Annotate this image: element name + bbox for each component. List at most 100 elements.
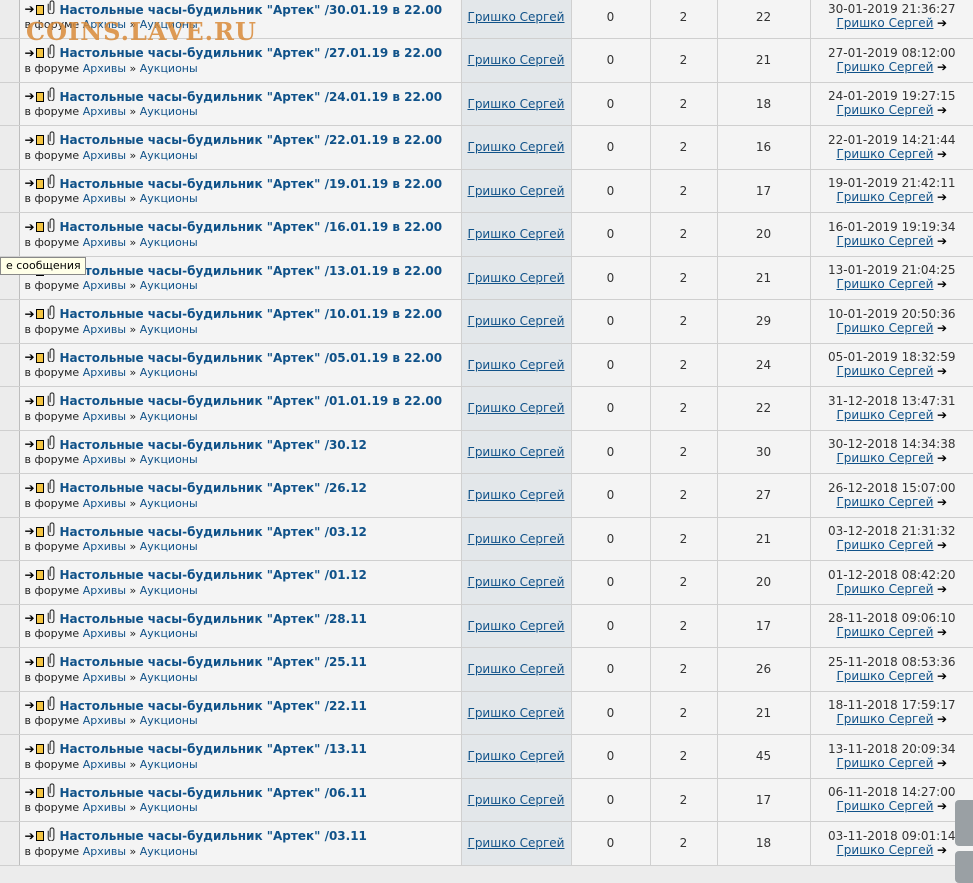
go-to-last-post-icon[interactable]: ➔ — [937, 495, 947, 509]
last-post-author-link[interactable]: Гришко Сергей — [836, 190, 933, 204]
author-link[interactable]: Гришко Сергей — [468, 227, 565, 241]
last-post-author-link[interactable]: Гришко Сергей — [836, 538, 933, 552]
subforum-link[interactable]: Аукционы — [140, 149, 198, 162]
subforum-link[interactable]: Аукционы — [140, 192, 198, 205]
author-link[interactable]: Гришко Сергей — [468, 53, 565, 67]
topic-title-link[interactable]: Настольные часы-будильник "Артек" /19.01… — [60, 177, 443, 191]
forum-link[interactable]: Архивы — [83, 453, 126, 466]
topic-title-link[interactable]: Настольные часы-будильник "Артек" /22.11 — [60, 699, 367, 713]
last-post-author-link[interactable]: Гришко Сергей — [836, 408, 933, 422]
subforum-link[interactable]: Аукционы — [140, 714, 198, 727]
go-to-first-unread-icon[interactable]: ➔ — [25, 90, 35, 102]
forum-link[interactable]: Архивы — [83, 18, 126, 31]
author-link[interactable]: Гришко Сергей — [468, 314, 565, 328]
go-to-last-post-icon[interactable]: ➔ — [937, 277, 947, 291]
last-post-author-link[interactable]: Гришко Сергей — [836, 277, 933, 291]
subforum-link[interactable]: Аукционы — [140, 279, 198, 292]
forum-link[interactable]: Архивы — [83, 497, 126, 510]
topic-title-link[interactable]: Настольные часы-будильник "Артек" /03.12 — [60, 525, 367, 539]
go-to-first-unread-icon[interactable]: ➔ — [25, 221, 35, 233]
author-link[interactable]: Гришко Сергей — [468, 97, 565, 111]
topic-title-link[interactable]: Настольные часы-будильник "Артек" /24.01… — [60, 90, 443, 104]
topic-title-link[interactable]: Настольные часы-будильник "Артек" /16.01… — [60, 220, 443, 234]
author-link[interactable]: Гришко Сергей — [468, 662, 565, 676]
go-to-last-post-icon[interactable]: ➔ — [937, 234, 947, 248]
subforum-link[interactable]: Аукционы — [140, 584, 198, 597]
subforum-link[interactable]: Аукционы — [140, 410, 198, 423]
author-link[interactable]: Гришко Сергей — [468, 749, 565, 763]
last-post-author-link[interactable]: Гришко Сергей — [836, 669, 933, 683]
author-link[interactable]: Гришко Сергей — [468, 10, 565, 24]
last-post-author-link[interactable]: Гришко Сергей — [836, 103, 933, 117]
forum-link[interactable]: Архивы — [83, 714, 126, 727]
subforum-link[interactable]: Аукционы — [140, 323, 198, 336]
author-link[interactable]: Гришко Сергей — [468, 184, 565, 198]
last-post-author-link[interactable]: Гришко Сергей — [836, 451, 933, 465]
go-to-first-unread-icon[interactable]: ➔ — [25, 438, 35, 450]
author-link[interactable]: Гришко Сергей — [468, 575, 565, 589]
author-link[interactable]: Гришко Сергей — [468, 836, 565, 850]
last-post-author-link[interactable]: Гришко Сергей — [836, 625, 933, 639]
go-to-last-post-icon[interactable]: ➔ — [937, 538, 947, 552]
topic-title-link[interactable]: Настольные часы-будильник "Артек" /22.01… — [60, 133, 443, 147]
topic-title-link[interactable]: Настольные часы-будильник "Артек" /05.01… — [60, 351, 443, 365]
last-post-author-link[interactable]: Гришко Сергей — [836, 756, 933, 770]
go-to-first-unread-icon[interactable]: ➔ — [25, 569, 35, 581]
forum-link[interactable]: Архивы — [83, 192, 126, 205]
author-link[interactable]: Гришко Сергей — [468, 488, 565, 502]
forum-link[interactable]: Архивы — [83, 236, 126, 249]
subforum-link[interactable]: Аукционы — [140, 236, 198, 249]
last-post-author-link[interactable]: Гришко Сергей — [836, 799, 933, 813]
scroll-top-button[interactable] — [955, 800, 973, 846]
topic-title-link[interactable]: Настольные часы-будильник "Артек" /13.11 — [60, 742, 367, 756]
subforum-link[interactable]: Аукционы — [140, 540, 198, 553]
subforum-link[interactable]: Аукционы — [140, 18, 198, 31]
forum-link[interactable]: Архивы — [83, 671, 126, 684]
last-post-author-link[interactable]: Гришко Сергей — [836, 582, 933, 596]
topic-title-link[interactable]: Настольные часы-будильник "Артек" /26.12 — [60, 481, 367, 495]
forum-link[interactable]: Архивы — [83, 627, 126, 640]
forum-link[interactable]: Архивы — [83, 62, 126, 75]
go-to-last-post-icon[interactable]: ➔ — [937, 60, 947, 74]
go-to-first-unread-icon[interactable]: ➔ — [25, 525, 35, 537]
forum-link[interactable]: Архивы — [83, 584, 126, 597]
topic-title-link[interactable]: Настольные часы-будильник "Артек" /10.01… — [60, 307, 443, 321]
subforum-link[interactable]: Аукционы — [140, 366, 198, 379]
subforum-link[interactable]: Аукционы — [140, 105, 198, 118]
topic-title-link[interactable]: Настольные часы-будильник "Артек" /03.11 — [60, 829, 367, 843]
go-to-first-unread-icon[interactable]: ➔ — [25, 482, 35, 494]
go-to-first-unread-icon[interactable]: ➔ — [25, 830, 35, 842]
subforum-link[interactable]: Аукционы — [140, 62, 198, 75]
go-to-last-post-icon[interactable]: ➔ — [937, 16, 947, 30]
forum-link[interactable]: Архивы — [83, 105, 126, 118]
author-link[interactable]: Гришко Сергей — [468, 401, 565, 415]
go-to-last-post-icon[interactable]: ➔ — [937, 756, 947, 770]
topic-title-link[interactable]: Настольные часы-будильник "Артек" /01.01… — [60, 394, 443, 408]
last-post-author-link[interactable]: Гришко Сергей — [836, 495, 933, 509]
forum-link[interactable]: Архивы — [83, 279, 126, 292]
forum-link[interactable]: Архивы — [83, 149, 126, 162]
author-link[interactable]: Гришко Сергей — [468, 445, 565, 459]
go-to-last-post-icon[interactable]: ➔ — [937, 669, 947, 683]
go-to-first-unread-icon[interactable]: ➔ — [25, 786, 35, 798]
forum-link[interactable]: Архивы — [83, 323, 126, 336]
forum-link[interactable]: Архивы — [83, 540, 126, 553]
go-to-last-post-icon[interactable]: ➔ — [937, 799, 947, 813]
go-to-last-post-icon[interactable]: ➔ — [937, 843, 947, 857]
forum-link[interactable]: Архивы — [83, 801, 126, 814]
go-to-last-post-icon[interactable]: ➔ — [937, 190, 947, 204]
topic-title-link[interactable]: Настольные часы-будильник "Артек" /06.11 — [60, 786, 367, 800]
subforum-link[interactable]: Аукционы — [140, 845, 198, 858]
forum-link[interactable]: Архивы — [83, 758, 126, 771]
author-link[interactable]: Гришко Сергей — [468, 271, 565, 285]
go-to-first-unread-icon[interactable]: ➔ — [25, 743, 35, 755]
go-to-first-unread-icon[interactable]: ➔ — [25, 308, 35, 320]
go-to-last-post-icon[interactable]: ➔ — [937, 625, 947, 639]
author-link[interactable]: Гришко Сергей — [468, 358, 565, 372]
subforum-link[interactable]: Аукционы — [140, 627, 198, 640]
last-post-author-link[interactable]: Гришко Сергей — [836, 364, 933, 378]
forum-link[interactable]: Архивы — [83, 366, 126, 379]
scroll-bottom-button[interactable] — [955, 851, 973, 883]
topic-title-link[interactable]: Настольные часы-будильник "Артек" /30.01… — [60, 3, 443, 17]
topic-title-link[interactable]: Настольные часы-будильник "Артек" /13.01… — [60, 264, 443, 278]
